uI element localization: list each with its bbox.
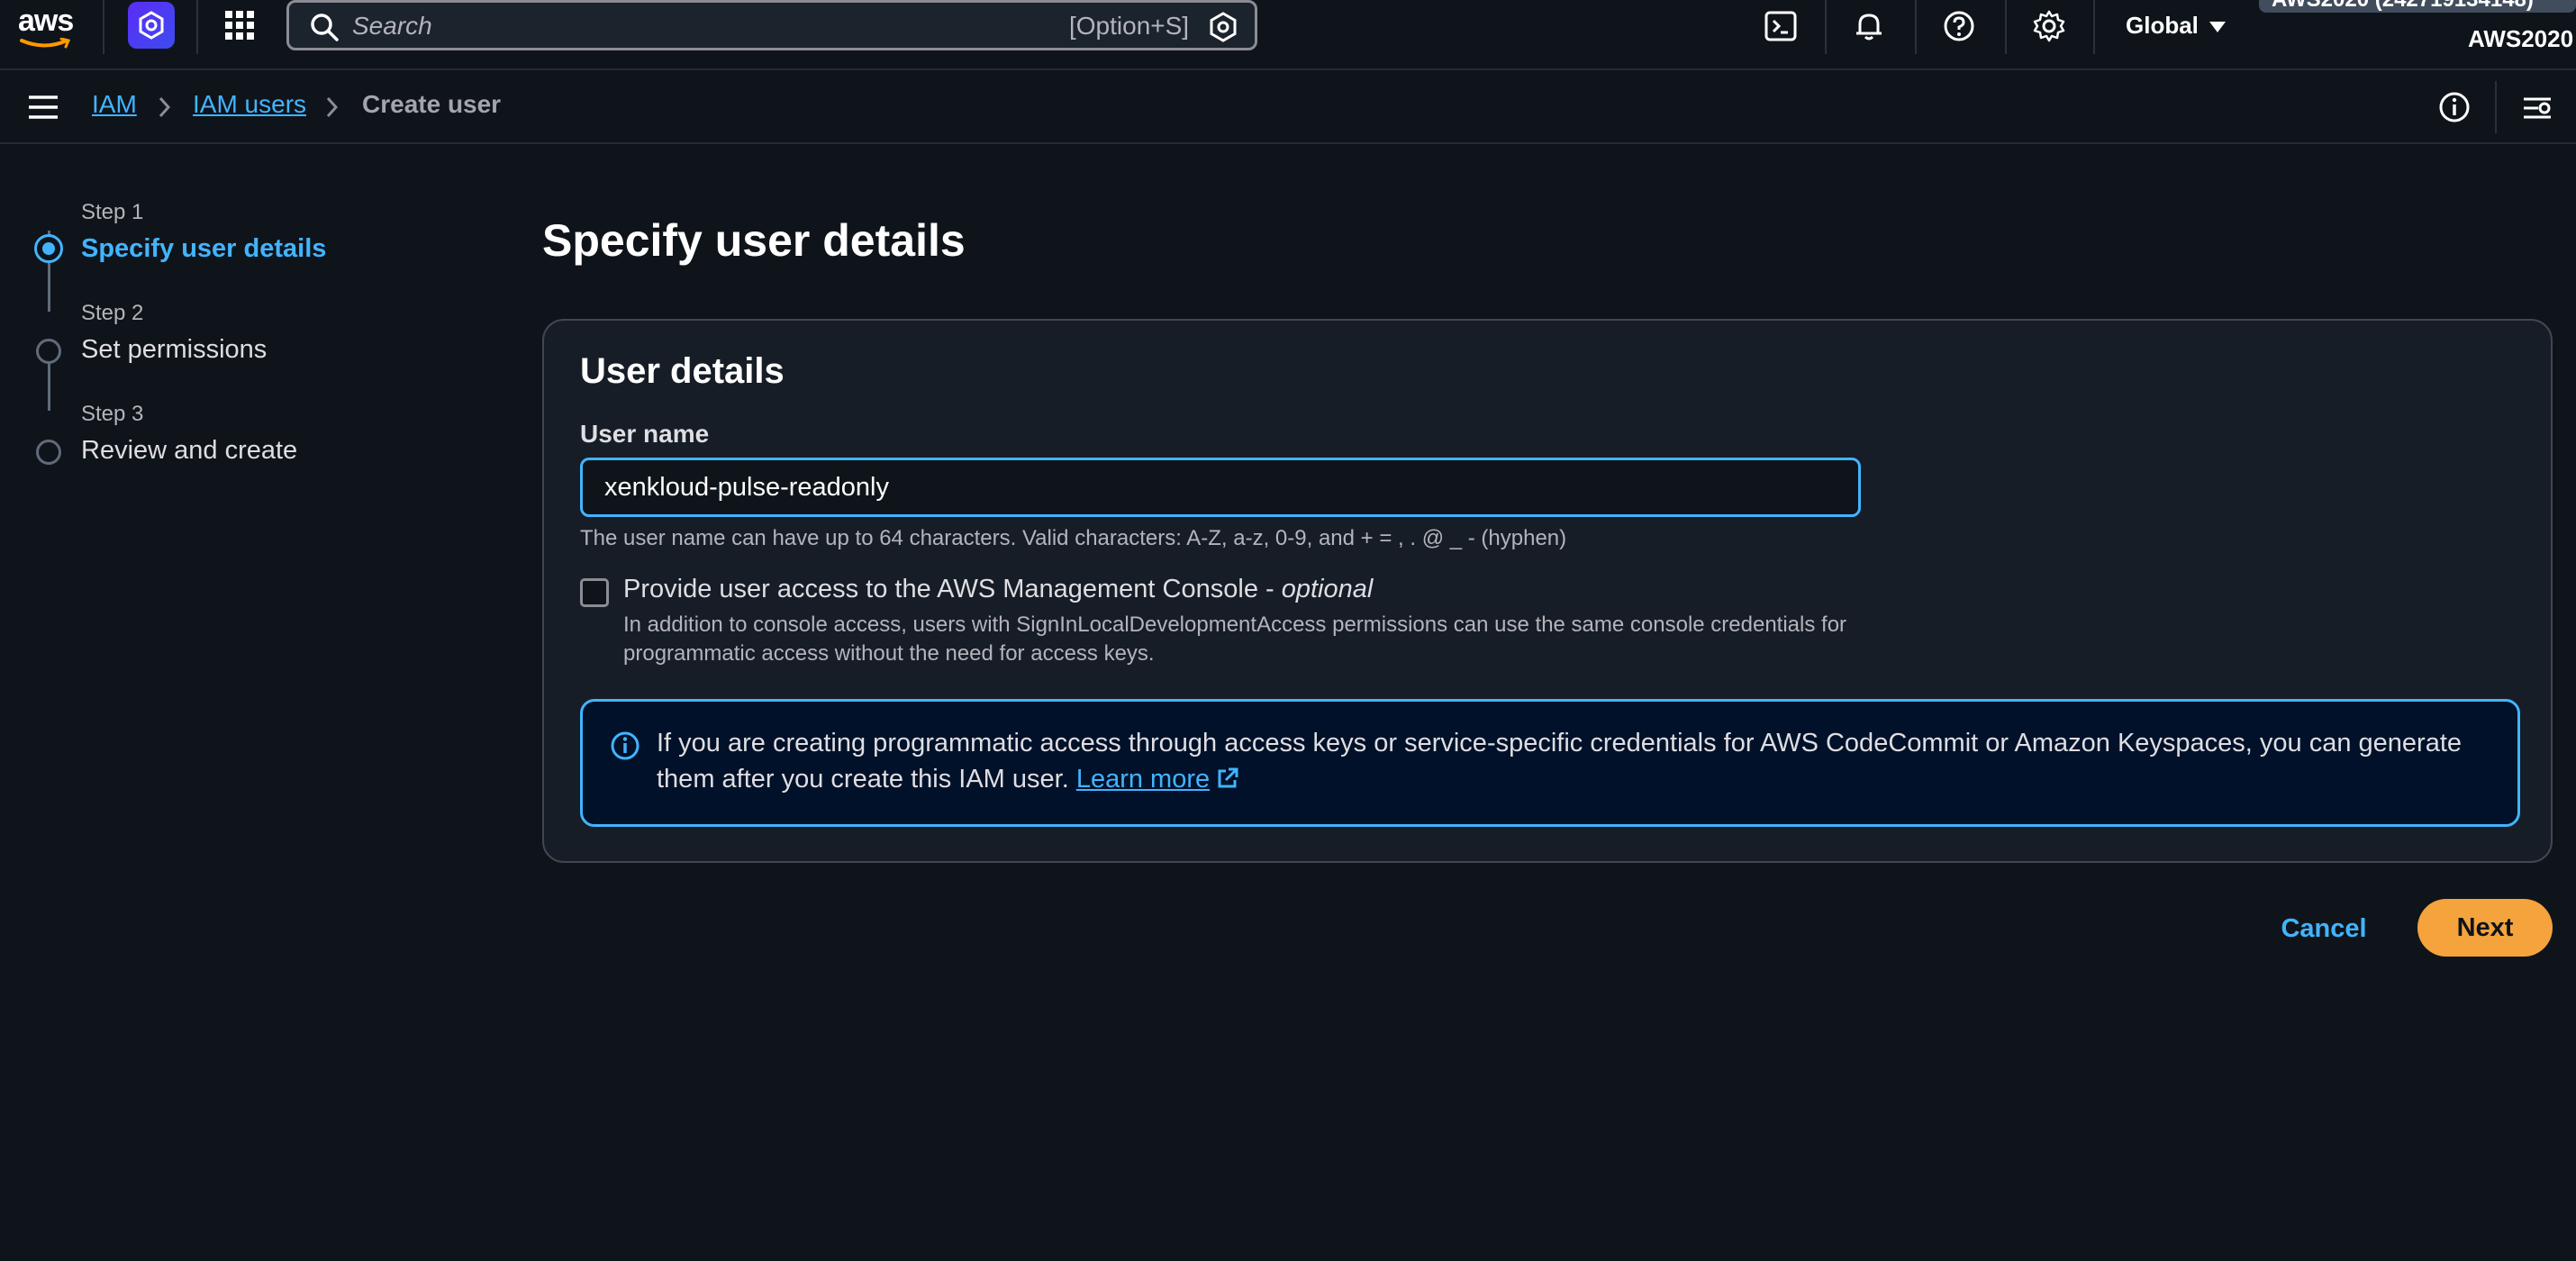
console-access-label[interactable]: Provide user access to the AWS Managemen… xyxy=(623,575,1373,604)
divider xyxy=(2005,0,2007,54)
breadcrumb-bar: IAM IAM users Create user xyxy=(0,70,2576,144)
user-name-hint: The user name can have up to 64 characte… xyxy=(580,526,1567,550)
breadcrumb-current: Create user xyxy=(362,90,502,118)
top-navigation-bar: aws [Option+S] xyxy=(0,0,2576,70)
menu-icon[interactable] xyxy=(27,94,59,121)
user-details-card: User details User name The user name can… xyxy=(542,319,2553,863)
alert-text: If you are creating programmatic access … xyxy=(657,725,2494,797)
user-name-label: User name xyxy=(580,420,710,448)
cancel-button[interactable]: Cancel xyxy=(2252,901,2396,957)
step-indicator xyxy=(36,339,61,364)
step-title: Review and create xyxy=(81,436,298,465)
cloudshell-icon[interactable] xyxy=(1764,9,1798,43)
step-indicator-active xyxy=(34,234,63,263)
aws-logo-text: aws xyxy=(18,4,74,38)
aws-logo[interactable]: aws xyxy=(18,4,76,49)
extension-hex-icon[interactable] xyxy=(128,2,175,49)
aws-smile-icon xyxy=(20,37,71,49)
divider xyxy=(1915,0,1917,54)
wizard-steps: Step 1 Specify user details Step 2 Set p… xyxy=(27,189,495,477)
region-label: Global xyxy=(2126,12,2199,39)
divider xyxy=(196,0,198,54)
divider xyxy=(103,0,104,54)
console-access-label-text: Provide user access to the AWS Managemen… xyxy=(623,575,1282,603)
info-alert: If you are creating programmatic access … xyxy=(580,699,2520,827)
help-icon[interactable] xyxy=(1942,9,1976,43)
caret-down-icon xyxy=(2209,22,2226,33)
next-button[interactable]: Next xyxy=(2417,899,2553,957)
user-name-input[interactable] xyxy=(580,458,1861,517)
step-indicator xyxy=(36,440,61,465)
external-link-icon xyxy=(1218,767,1238,788)
account-name[interactable]: AWS2020 xyxy=(2468,25,2573,53)
learn-more-text: Learn more xyxy=(1075,765,1211,794)
learn-more-link[interactable]: Learn more xyxy=(1076,765,1240,794)
breadcrumb-iam[interactable]: IAM xyxy=(92,90,137,119)
bell-icon[interactable] xyxy=(1852,9,1886,43)
console-access-description: In addition to console access, users wit… xyxy=(623,612,1847,666)
search-icon xyxy=(311,14,339,41)
card-title: User details xyxy=(580,351,785,391)
step-number: Step 2 xyxy=(81,301,144,325)
search-input[interactable] xyxy=(352,8,1055,44)
step-number: Step 3 xyxy=(81,402,144,426)
step-number: Step 1 xyxy=(81,200,144,224)
divider xyxy=(2093,0,2095,54)
account-menu[interactable]: AWS2020 (242719134148) xyxy=(2259,0,2576,13)
gear-icon[interactable] xyxy=(2032,9,2066,43)
alert-message: If you are creating programmatic access … xyxy=(657,729,2463,794)
console-access-checkbox[interactable] xyxy=(580,578,609,607)
optional-tag: optional xyxy=(1281,575,1374,603)
search-shortcut: [Option+S] xyxy=(1069,12,1190,40)
search-box[interactable]: [Option+S] xyxy=(286,0,1257,50)
amazon-q-icon[interactable] xyxy=(1208,12,1238,42)
chevron-right-icon xyxy=(326,96,339,118)
step-title: Set permissions xyxy=(81,335,268,364)
step-title: Specify user details xyxy=(81,234,327,263)
info-panel-icon[interactable] xyxy=(2437,90,2472,124)
divider xyxy=(1825,0,1827,54)
page-title: Specify user details xyxy=(542,215,966,266)
divider xyxy=(2495,81,2497,133)
chevron-right-icon xyxy=(159,96,171,118)
info-icon xyxy=(611,731,639,760)
apps-grid-icon[interactable] xyxy=(223,9,256,41)
region-selector[interactable]: Global xyxy=(2126,12,2226,40)
settings-sliders-icon[interactable] xyxy=(2520,90,2554,124)
breadcrumb-iam-users[interactable]: IAM users xyxy=(193,90,306,119)
